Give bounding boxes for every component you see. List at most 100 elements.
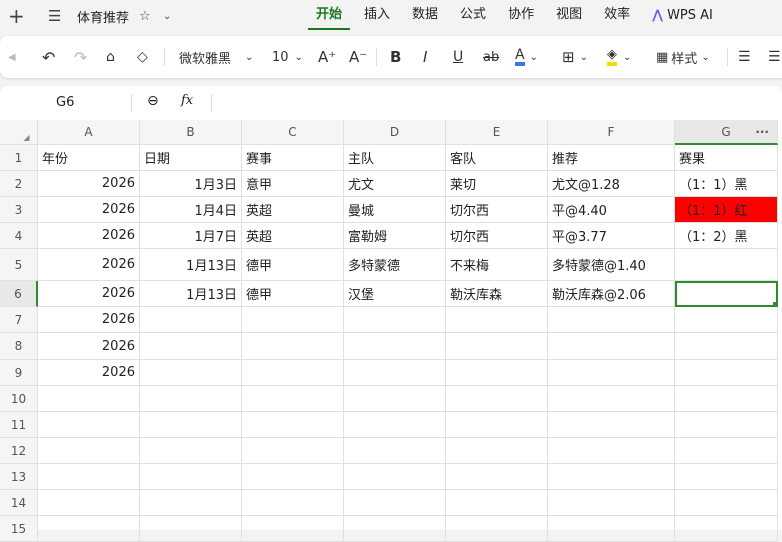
- cell-c14[interactable]: [242, 490, 344, 516]
- cell-e11[interactable]: [446, 412, 548, 438]
- cell-g14[interactable]: [675, 490, 778, 516]
- cell-d6[interactable]: 汉堡: [344, 281, 446, 307]
- column-header-g[interactable]: G ···: [675, 120, 778, 145]
- decrease-font-icon[interactable]: A⁻: [349, 36, 367, 78]
- cell-g10[interactable]: [675, 386, 778, 412]
- cell-b15[interactable]: [140, 516, 242, 542]
- cell-d11[interactable]: [344, 412, 446, 438]
- row-header-4[interactable]: 4: [0, 223, 38, 249]
- cell-g7[interactable]: [675, 307, 778, 333]
- row-header-10[interactable]: 10: [0, 386, 38, 412]
- zoom-search-icon[interactable]: ⊖: [147, 93, 159, 109]
- cell-c4[interactable]: 英超: [242, 223, 344, 249]
- cell-a11[interactable]: [38, 412, 140, 438]
- cell-e12[interactable]: [446, 438, 548, 464]
- cell-f6[interactable]: 勒沃库森@2.06: [548, 281, 675, 307]
- cell-e6[interactable]: 勒沃库森: [446, 281, 548, 307]
- tab-data[interactable]: 数据: [404, 0, 446, 32]
- format-painter-icon[interactable]: ⌂: [106, 36, 115, 78]
- column-header-d[interactable]: D: [344, 120, 446, 145]
- cell-f13[interactable]: [548, 464, 675, 490]
- cell-f4[interactable]: 平@3.77: [548, 223, 675, 249]
- tab-efficiency[interactable]: 效率: [596, 0, 638, 32]
- cell-e13[interactable]: [446, 464, 548, 490]
- cell-f14[interactable]: [548, 490, 675, 516]
- formula-input[interactable]: [220, 95, 770, 113]
- spreadsheet-grid[interactable]: ◢ A B C D E F G ··· 1 年份 日期 赛事 主队 客队 推荐 赛果 2 2026 1月3日 意甲 尤文莱…: [0, 120, 782, 542]
- cell-a7[interactable]: 2026: [38, 307, 140, 333]
- cell-b9[interactable]: [140, 360, 242, 386]
- cell-d2[interactable]: 尤文: [344, 171, 446, 197]
- font-family-select[interactable]: 微软雅黑 ⌄: [179, 36, 253, 78]
- cell-b14[interactable]: [140, 490, 242, 516]
- cell-c7[interactable]: [242, 307, 344, 333]
- cell-g3[interactable]: （1：1）红: [675, 197, 778, 223]
- cell-d7[interactable]: [344, 307, 446, 333]
- cell-c9[interactable]: [242, 360, 344, 386]
- cell-d3[interactable]: 曼城: [344, 197, 446, 223]
- cell-b10[interactable]: [140, 386, 242, 412]
- cell-g8[interactable]: [675, 333, 778, 360]
- cell-e8[interactable]: [446, 333, 548, 360]
- italic-icon[interactable]: I: [423, 36, 427, 78]
- row-header-15[interactable]: 15: [0, 516, 38, 542]
- cell-f1[interactable]: 推荐: [548, 145, 675, 171]
- increase-font-icon[interactable]: A⁺: [318, 36, 336, 78]
- cell-g13[interactable]: [675, 464, 778, 490]
- cell-c6[interactable]: 德甲: [242, 281, 344, 307]
- column-header-a[interactable]: A: [38, 120, 140, 145]
- column-header-e[interactable]: E: [446, 120, 548, 145]
- cell-d14[interactable]: [344, 490, 446, 516]
- cell-d4[interactable]: 富勒姆: [344, 223, 446, 249]
- cell-f3[interactable]: 平@4.40: [548, 197, 675, 223]
- undo-icon[interactable]: ↶: [42, 36, 55, 78]
- row-header-2[interactable]: 2: [0, 171, 38, 197]
- cell-g15[interactable]: [675, 516, 778, 542]
- cell-a8[interactable]: 2026: [38, 333, 140, 360]
- cell-a10[interactable]: [38, 386, 140, 412]
- row-header-9[interactable]: 9: [0, 360, 38, 386]
- cell-g12[interactable]: [675, 438, 778, 464]
- more-options-icon[interactable]: ···: [755, 125, 769, 139]
- tab-formula[interactable]: 公式: [452, 0, 494, 32]
- cell-c5[interactable]: 德甲: [242, 249, 344, 281]
- clear-format-icon[interactable]: ◇: [137, 36, 148, 78]
- cell-f8[interactable]: [548, 333, 675, 360]
- cell-c10[interactable]: [242, 386, 344, 412]
- menu-icon[interactable]: ☰: [48, 7, 61, 25]
- align-center-icon[interactable]: ☰: [768, 36, 781, 78]
- cell-f5[interactable]: 多特蒙德@1.40: [548, 249, 675, 281]
- cell-e2[interactable]: 莱切: [446, 171, 548, 197]
- bold-icon[interactable]: B: [390, 36, 401, 78]
- cell-a15[interactable]: [38, 516, 140, 542]
- cell-e10[interactable]: [446, 386, 548, 412]
- cell-g11[interactable]: [675, 412, 778, 438]
- tab-home[interactable]: 开始: [308, 0, 351, 30]
- cell-f9[interactable]: [548, 360, 675, 386]
- cell-c11[interactable]: [242, 412, 344, 438]
- cell-a2[interactable]: 2026: [38, 171, 140, 197]
- row-header-8[interactable]: 8: [0, 333, 38, 360]
- cell-d8[interactable]: [344, 333, 446, 360]
- cell-b2[interactable]: 1月3日: [140, 171, 242, 197]
- cell-b6[interactable]: 1月13日: [140, 281, 242, 307]
- cell-b5[interactable]: 1月13日: [140, 249, 242, 281]
- cell-a13[interactable]: [38, 464, 140, 490]
- align-left-icon[interactable]: ☰: [738, 36, 751, 78]
- cell-e7[interactable]: [446, 307, 548, 333]
- cell-g5[interactable]: [675, 249, 778, 281]
- fx-icon[interactable]: fx: [181, 93, 193, 108]
- select-all-corner[interactable]: ◢: [0, 120, 38, 145]
- cell-a14[interactable]: [38, 490, 140, 516]
- cell-c1[interactable]: 赛事: [242, 145, 344, 171]
- cell-b12[interactable]: [140, 438, 242, 464]
- column-header-c[interactable]: C: [242, 120, 344, 145]
- cell-b11[interactable]: [140, 412, 242, 438]
- cell-a5[interactable]: 2026: [38, 249, 140, 281]
- name-box[interactable]: G6: [56, 95, 74, 110]
- cell-c13[interactable]: [242, 464, 344, 490]
- cell-b13[interactable]: [140, 464, 242, 490]
- cell-b3[interactable]: 1月4日: [140, 197, 242, 223]
- underline-icon[interactable]: U: [453, 36, 463, 78]
- cell-b8[interactable]: [140, 333, 242, 360]
